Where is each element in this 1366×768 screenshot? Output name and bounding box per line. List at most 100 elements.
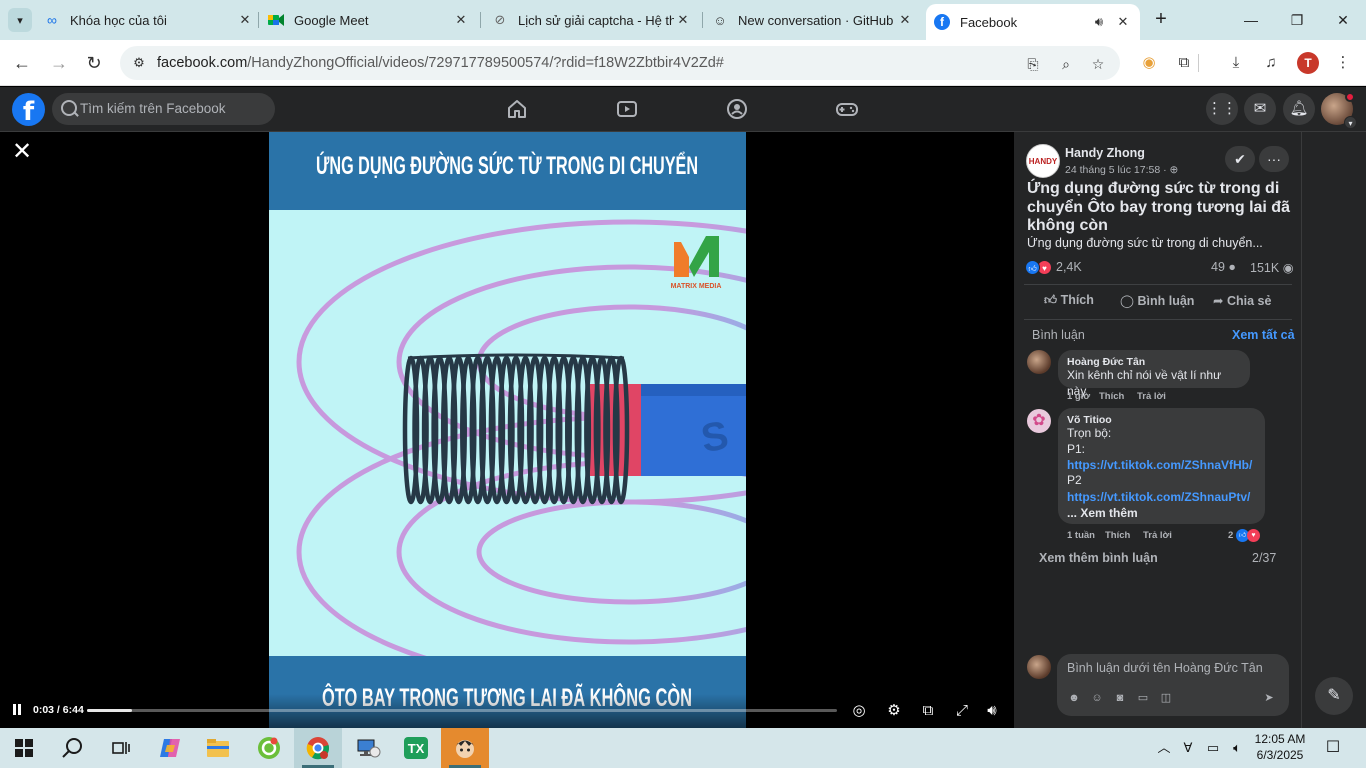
downloads-icon[interactable]: ⤓ [1223,50,1249,76]
notifications-bell-icon[interactable]: 🔔︎ [1283,93,1315,125]
tab-search-button[interactable]: ▾ [8,8,32,32]
new-tab-button[interactable]: + [1150,8,1172,32]
close-window-button[interactable]: ✕ [1328,8,1358,32]
pause-icon[interactable] [10,703,24,717]
reload-button[interactable]: ↻ [81,50,107,76]
commenter-avatar-flower[interactable]: ✿ [1027,409,1051,433]
see-more-link[interactable]: ... Xem thêm [1067,505,1256,521]
page-avatar[interactable]: HANDY [1026,144,1060,178]
post-date[interactable]: 24 tháng 5 lúc 17:58 · ⊕ [1065,164,1178,176]
comment-time[interactable]: 1 giờ [1067,391,1090,402]
video-frame[interactable]: ỨNG DỤNG ĐƯỜNG SỨC TỪ TRONG DI CHUYỂN ÔT… [269,132,746,728]
video-progress-bar[interactable] [87,709,837,712]
post-description[interactable]: Ứng dụng đường sức từ trong di chuyển... [1027,236,1297,250]
view-more-comments[interactable]: Xem thêm bình luận [1039,551,1158,565]
picture-in-picture-icon[interactable]: ⧉ [917,700,939,722]
site-info-icon[interactable]: ⚙ [128,52,150,74]
facebook-logo[interactable]: f [12,93,45,127]
file-explorer-app[interactable] [194,728,242,768]
comment-button[interactable]: ◯ Bình luận [1120,293,1194,308]
avatar-sticker-icon[interactable]: ☻ [1066,690,1082,706]
more-options-icon[interactable]: ··· [1259,146,1289,172]
chrome-app[interactable] [294,728,342,768]
menu-kebab-icon[interactable]: ⋮ [1330,50,1356,76]
task-view-button[interactable] [96,728,144,768]
reaction-count[interactable]: 2,4K [1056,260,1082,274]
comment-like-link[interactable]: Thích [1099,391,1124,402]
tray-vpn-icon[interactable]: ∀ [1180,738,1196,758]
share-button[interactable]: ➦ Chia sẻ [1213,293,1271,308]
messenger-icon[interactable]: ✉ [1244,93,1276,125]
comment-link[interactable]: https://vt.tiktok.com/ZShnaVfHb/ [1067,457,1256,473]
address-bar[interactable]: ⚙ facebook.com/HandyZhongOfficial/videos… [120,46,1120,80]
tab-github-copilot[interactable]: ☺ New conversation · GitHub C ✕ [712,6,914,34]
tab-captcha-history[interactable]: ⊘ Lịch sử giải captcha - Hệ thố ✕ [492,6,692,34]
bookmark-star-icon[interactable]: ☆ [1087,53,1109,75]
teamviewer-app[interactable]: TX [392,728,440,768]
like-button[interactable]: 👍︎ Thích [1044,293,1094,308]
tab-khoa-hoc[interactable]: ∞ Khóa học của tôi ✕ [44,6,254,34]
tab-facebook[interactable]: f Facebook 🔊︎ ✕ [926,4,1140,40]
game-app[interactable] [441,728,489,768]
restore-button[interactable]: ❐ [1282,8,1312,32]
tray-expand-icon[interactable]: ︿ [1156,738,1172,758]
close-video-icon[interactable]: ✕ [10,140,34,164]
comment-time[interactable]: 1 tuần [1067,530,1095,541]
extension-location-icon[interactable]: ◉ [1136,50,1162,76]
video-player[interactable]: ✕ ỨNG DỤNG ĐƯỜNG SỨC TỪ TRONG DI CHUYỂN … [0,132,1014,728]
commenter-name[interactable]: Hoàng Đức Tân [1067,356,1241,368]
captions-icon[interactable]: ◎ [848,700,870,722]
extensions-puzzle-icon[interactable]: ⧉ [1171,50,1197,76]
home-icon[interactable] [505,97,529,121]
new-message-button[interactable]: ✎ [1315,677,1353,715]
minimize-button[interactable]: — [1236,8,1266,32]
close-tab-icon[interactable]: ✕ [896,12,914,28]
gaming-icon[interactable] [835,97,859,121]
network-app[interactable] [344,728,392,768]
send-icon[interactable]: ➤ [1261,690,1277,706]
close-tab-icon[interactable]: ✕ [674,12,692,28]
comment-reaction-count[interactable]: 2 [1228,530,1233,541]
tab-audio-icon[interactable]: 🔊︎ [1090,14,1108,30]
video-icon[interactable] [615,97,639,121]
account-avatar[interactable]: ▾ [1321,92,1357,129]
forward-button[interactable]: → [46,50,72,76]
install-app-icon[interactable]: ⎘ [1022,53,1044,75]
network-icon[interactable]: ▭ [1203,738,1223,758]
comment-reply-link[interactable]: Trả lời [1143,530,1172,541]
comment-like-link[interactable]: Thích [1105,530,1130,541]
profile-avatar[interactable]: T [1297,52,1319,74]
zoom-icon[interactable]: ⌕ [1055,53,1077,75]
camera-icon[interactable]: ◙ [1112,690,1128,706]
emoji-icon[interactable]: ☺ [1089,690,1105,706]
start-button[interactable] [0,728,48,768]
comment-count[interactable]: 49 ● [1211,260,1236,274]
fullscreen-icon[interactable]: ⤢ [951,700,973,722]
gif-icon[interactable]: ▭ [1135,690,1151,706]
close-tab-icon[interactable]: ✕ [452,12,470,28]
commenter-avatar[interactable] [1027,350,1051,374]
comment-link[interactable]: https://vt.tiktok.com/ZShnauPtv/ [1067,489,1256,505]
media-control-icon[interactable]: ♫ [1258,50,1284,76]
comment-composer[interactable]: Bình luận dưới tên Hoàng Đức Tân ☻ ☺ ◙ ▭… [1057,654,1289,716]
notification-center-icon[interactable]: ☐ [1322,738,1344,758]
volume-tray-icon[interactable]: 🔈︎ [1227,738,1247,758]
taskbar-clock[interactable]: 12:05 AM 6/3/2025 [1248,731,1312,763]
close-tab-icon[interactable]: ✕ [1114,14,1132,30]
close-tab-icon[interactable]: ✕ [236,12,254,28]
facebook-search-input[interactable]: Tìm kiếm trên Facebook [52,93,275,125]
menu-grid-icon[interactable]: ⋮⋮ [1206,93,1238,125]
tab-google-meet[interactable]: Google Meet ✕ [268,6,470,34]
volume-icon[interactable]: 🔊︎ [981,700,1003,722]
copilot-app[interactable] [146,728,194,768]
commenter-name[interactable]: Võ Titioo [1067,414,1256,426]
save-post-icon[interactable]: ✔ [1225,146,1255,172]
comment-reply-link[interactable]: Trả lời [1137,391,1166,402]
search-button[interactable] [48,728,96,768]
sticker-icon[interactable]: ◫ [1158,690,1174,706]
see-all-comments-link[interactable]: Xem tất cả [1232,328,1295,342]
settings-gear-icon[interactable]: ⚙ [883,700,905,722]
page-name[interactable]: Handy Zhong [1065,146,1145,160]
back-button[interactable]: ← [9,50,35,76]
groups-icon[interactable] [725,97,749,121]
